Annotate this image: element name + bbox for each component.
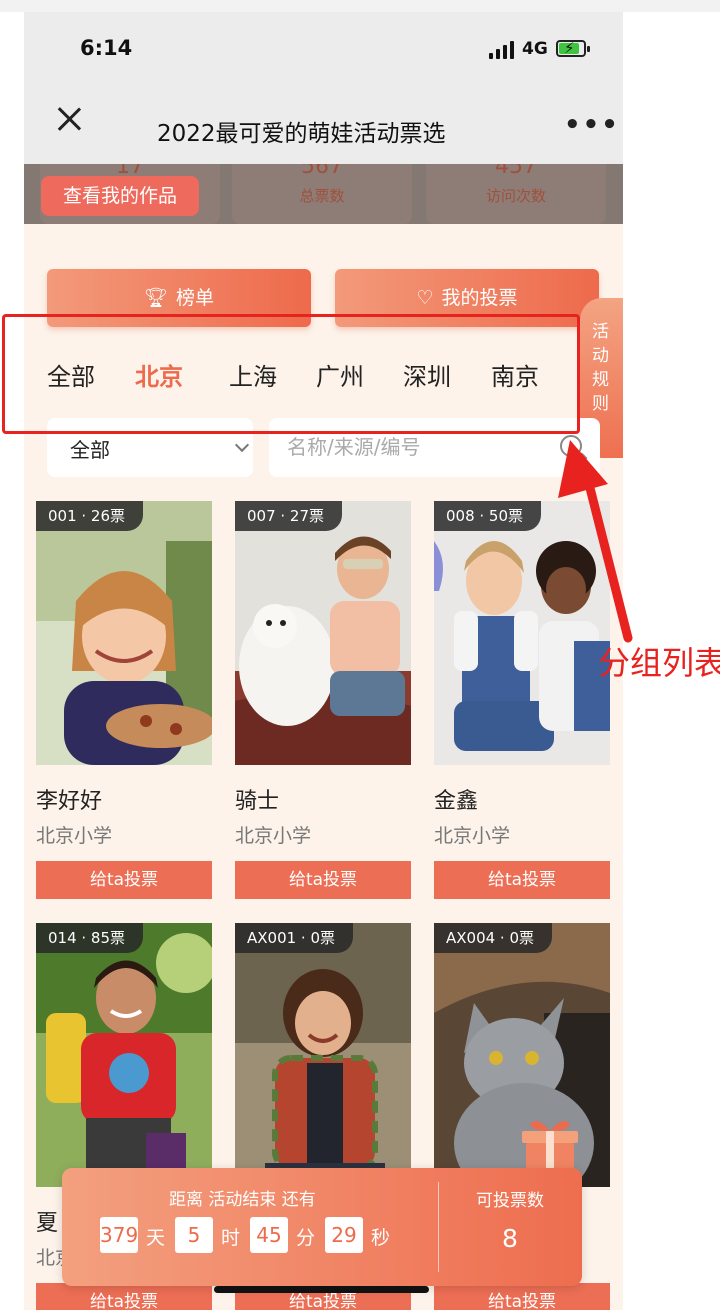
available-votes-count: 8 (502, 1224, 518, 1253)
card-badge: 014 · 85票 (36, 923, 144, 953)
annotation-box (2, 314, 580, 434)
outer-margin (0, 0, 720, 12)
contestant-photo[interactable] (36, 923, 212, 1187)
home-indicator (214, 1286, 429, 1293)
vote-button[interactable]: 给ta投票 (36, 1283, 212, 1310)
countdown-seconds-unit: 秒 (371, 1227, 391, 1249)
stat-value: 567 (301, 164, 343, 179)
gift-icon[interactable] (518, 1115, 582, 1171)
countdown-seconds: 29 (325, 1217, 363, 1253)
vote-button[interactable]: 给ta投票 (434, 1283, 610, 1310)
contestant-photo[interactable] (235, 501, 411, 765)
status-time: 6:14 (80, 36, 133, 60)
more-icon[interactable]: ••• (564, 110, 620, 140)
stat-value: 457 (495, 164, 537, 179)
countdown-minutes-unit: 分 (296, 1227, 316, 1249)
ranking-label: 榜单 (176, 287, 215, 309)
page-title: 2022最可爱的萌娃活动票选 (157, 121, 446, 147)
rules-tab-label: 活动规则 (592, 322, 609, 414)
vote-button[interactable]: 给ta投票 (36, 861, 212, 899)
vote-button[interactable]: 给ta投票 (235, 861, 411, 899)
battery-icon: ⚡ (556, 39, 590, 57)
vote-button[interactable]: 给ta投票 (434, 861, 610, 899)
network-type: 4G (522, 39, 548, 59)
contestant-name: 夏 (36, 1211, 59, 1236)
card-badge: 008 · 50票 (434, 501, 542, 531)
contestant-school: 北京小学 (434, 825, 511, 847)
stat-label: 总票数 (299, 187, 345, 205)
contestant-name: 骑士 (235, 789, 280, 814)
close-icon[interactable] (56, 106, 82, 132)
contestant-school: 北京小学 (235, 825, 312, 847)
available-votes-label: 可投票数 (476, 1191, 544, 1211)
contestant-school: 北京小学 (36, 825, 113, 847)
my-works-button[interactable]: 查看我的作品 (41, 176, 199, 216)
countdown-minutes: 45 (250, 1217, 288, 1253)
annotation-label: 分组列表 (598, 644, 720, 682)
contestant-name: 金鑫 (434, 789, 479, 814)
countdown-days: 379 (100, 1217, 138, 1253)
category-select-value: 全部 (70, 438, 110, 462)
card-badge: AX001 · 0票 (235, 923, 354, 953)
countdown-hours-unit: 时 (221, 1227, 241, 1249)
card-badge: 001 · 26票 (36, 501, 144, 531)
my-votes-label: 我的投票 (441, 287, 518, 309)
divider (438, 1182, 439, 1272)
signal-icon (489, 41, 515, 59)
contestant-photo[interactable] (36, 501, 212, 765)
chevron-down-icon (234, 437, 250, 453)
stat-label: 访问次数 (485, 187, 546, 205)
countdown-hours: 5 (175, 1217, 213, 1253)
card-badge: AX004 · 0票 (434, 923, 553, 953)
search-input[interactable] (287, 430, 557, 464)
phone-screen: 6:14 4G ⚡ 2022最可爱的萌娃活动票选 ••• 17 567 总票数 … (24, 12, 623, 1310)
countdown-bar: 距离 活动结束 还有 379 天 5 时 45 分 29 秒 可投票数 8 (62, 1168, 582, 1286)
stat-box: 457 访问次数 (426, 164, 606, 224)
contestant-name: 李好好 (36, 789, 103, 814)
stat-box: 567 总票数 (232, 164, 412, 224)
contestant-photo[interactable] (235, 923, 411, 1187)
countdown-days-unit: 天 (146, 1227, 166, 1249)
status-bar: 6:14 4G ⚡ (24, 12, 623, 84)
annotation-arrow-icon (558, 440, 633, 643)
countdown-label: 距离 活动结束 还有 (169, 1190, 316, 1210)
nav-bar: 2022最可爱的萌娃活动票选 ••• (24, 84, 623, 164)
card-badge: 007 · 27票 (235, 501, 343, 531)
